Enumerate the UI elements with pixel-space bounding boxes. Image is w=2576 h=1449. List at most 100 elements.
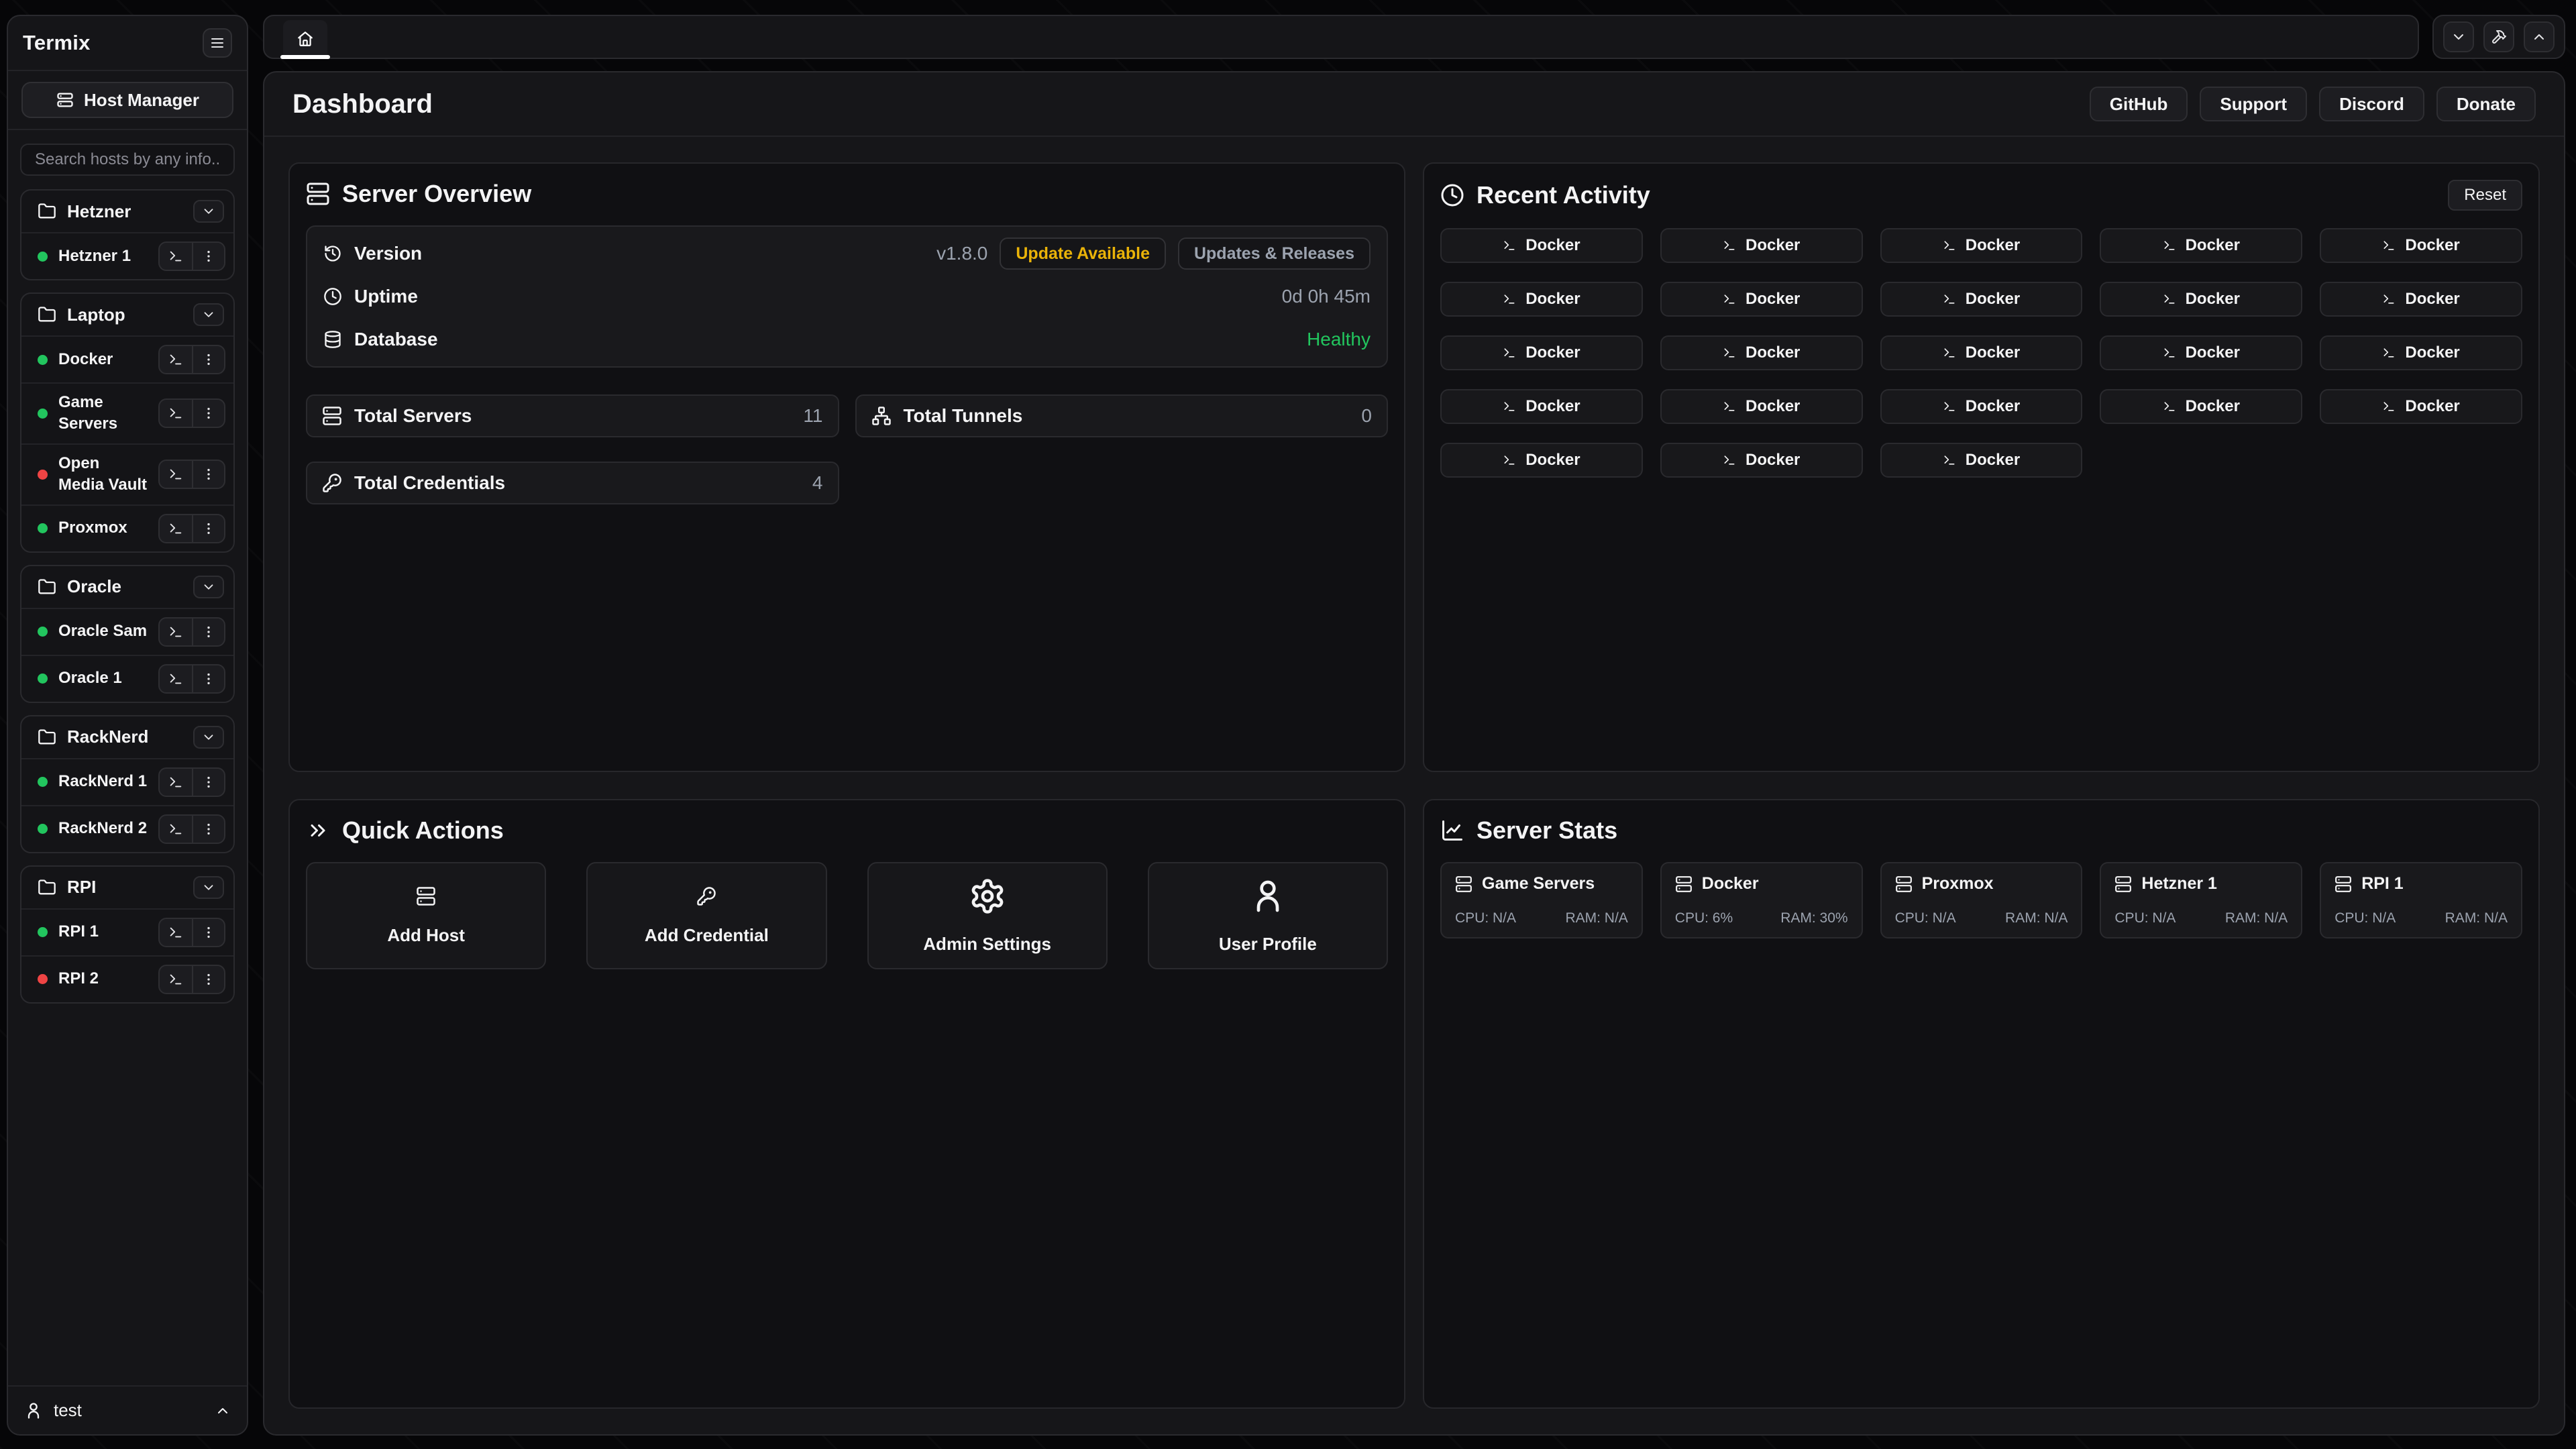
terminal-button[interactable] [160, 966, 192, 993]
host-row[interactable]: Proxmox [21, 504, 233, 551]
host-row[interactable]: Open Media Vault [21, 443, 233, 504]
activity-item-button[interactable]: Docker [2100, 389, 2302, 424]
host-menu-button[interactable] [192, 400, 224, 427]
terminal-icon [2382, 239, 2396, 252]
activity-label: Docker [1966, 236, 2020, 255]
activity-item-button[interactable]: Docker [1880, 335, 2083, 370]
header-link-button[interactable]: GitHub [2090, 87, 2188, 121]
activity-item-button[interactable]: Docker [2100, 282, 2302, 317]
activity-label: Docker [1525, 343, 1580, 362]
activity-item-button[interactable]: Docker [2320, 335, 2522, 370]
quick-action-card[interactable]: Admin Settings [867, 862, 1108, 969]
host-row[interactable]: RackNerd 1 [21, 758, 233, 805]
activity-item-button[interactable]: Docker [1440, 443, 1643, 478]
quick-action-card[interactable]: User Profile [1148, 862, 1388, 969]
activity-item-button[interactable]: Docker [1440, 335, 1643, 370]
terminal-button[interactable] [160, 665, 192, 692]
host-menu-button[interactable] [192, 515, 224, 542]
activity-item-button[interactable]: Docker [1660, 335, 1863, 370]
quick-action-card[interactable]: Add Host [306, 862, 546, 969]
terminal-icon [168, 352, 183, 367]
header-link-button[interactable]: Discord [2319, 87, 2424, 121]
header-link-button[interactable]: Support [2200, 87, 2307, 121]
group-collapse-button[interactable] [193, 576, 224, 598]
terminal-button[interactable] [160, 619, 192, 645]
kebab-icon [201, 521, 216, 536]
terminal-button[interactable] [160, 769, 192, 796]
host-manager-button[interactable]: Host Manager [21, 82, 233, 118]
search-input[interactable] [20, 144, 235, 176]
updates-releases-button[interactable]: Updates & Releases [1178, 237, 1371, 270]
activity-label: Docker [1525, 236, 1580, 255]
header-link-button[interactable]: Donate [2436, 87, 2536, 121]
tools-button[interactable] [2483, 21, 2514, 52]
group-collapse-button[interactable] [193, 726, 224, 749]
terminal-button[interactable] [160, 461, 192, 488]
host-menu-button[interactable] [192, 769, 224, 796]
expand-tabs-button[interactable] [2524, 21, 2555, 52]
activity-label: Docker [1525, 290, 1580, 309]
collapse-tabs-button[interactable] [2443, 21, 2474, 52]
key-icon [696, 886, 716, 906]
update-available-button[interactable]: Update Available [1000, 237, 1166, 270]
tab-home[interactable] [283, 20, 327, 58]
host-menu-button[interactable] [192, 816, 224, 843]
group-collapse-button[interactable] [193, 200, 224, 223]
terminal-button[interactable] [160, 515, 192, 542]
history-icon [323, 244, 342, 263]
activity-item-button[interactable]: Docker [2100, 228, 2302, 263]
group-collapse-button[interactable] [193, 303, 224, 326]
activity-item-button[interactable]: Docker [2320, 389, 2522, 424]
terminal-button[interactable] [160, 816, 192, 843]
terminal-icon [1943, 292, 1956, 306]
database-icon [323, 330, 342, 349]
host-menu-button[interactable] [192, 966, 224, 993]
activity-item-button[interactable]: Docker [1660, 443, 1863, 478]
host-actions [158, 514, 225, 543]
host-row[interactable]: RPI 2 [21, 955, 233, 1002]
host-row[interactable]: Oracle 1 [21, 655, 233, 702]
host-row[interactable]: Docker [21, 335, 233, 382]
activity-item-button[interactable]: Docker [1660, 228, 1863, 263]
terminal-button[interactable] [160, 919, 192, 946]
host-row[interactable]: Game Servers [21, 382, 233, 443]
terminal-button[interactable] [160, 400, 192, 427]
activity-item-button[interactable]: Docker [2320, 228, 2522, 263]
user-menu[interactable]: test [8, 1385, 247, 1434]
host-label: Game Servers [58, 392, 148, 435]
activity-item-button[interactable]: Docker [1440, 228, 1643, 263]
host-menu-button[interactable] [192, 665, 224, 692]
server-icon [416, 886, 436, 906]
activity-item-button[interactable]: Docker [1440, 389, 1643, 424]
activity-item-button[interactable]: Docker [1880, 282, 2083, 317]
terminal-button[interactable] [160, 243, 192, 270]
sidebar-menu-button[interactable] [203, 28, 232, 58]
activity-label: Docker [1746, 343, 1800, 362]
host-row[interactable]: RackNerd 2 [21, 805, 233, 852]
activity-item-button[interactable]: Docker [2320, 282, 2522, 317]
group-collapse-button[interactable] [193, 876, 224, 899]
host-row[interactable]: RPI 1 [21, 908, 233, 955]
terminal-icon [1723, 292, 1736, 306]
activity-item-button[interactable]: Docker [1880, 443, 2083, 478]
activity-item-button[interactable]: Docker [1660, 389, 1863, 424]
host-menu-button[interactable] [192, 919, 224, 946]
activity-item-button[interactable]: Docker [1880, 389, 2083, 424]
activity-item-button[interactable]: Docker [2100, 335, 2302, 370]
quick-action-card[interactable]: Add Credential [586, 862, 826, 969]
host-row[interactable]: Hetzner 1 [21, 232, 233, 279]
activity-item-button[interactable]: Docker [1440, 282, 1643, 317]
server-stats-panel: Server Stats Game Servers CPU: N/A RAM: … [1423, 799, 2540, 1409]
terminal-button[interactable] [160, 346, 192, 373]
reset-button[interactable]: Reset [2448, 180, 2522, 211]
host-row[interactable]: Oracle Sam [21, 608, 233, 655]
activity-item-button[interactable]: Docker [1880, 228, 2083, 263]
cpu-value: CPU: 6% [1675, 910, 1733, 926]
host-menu-button[interactable] [192, 619, 224, 645]
host-menu-button[interactable] [192, 243, 224, 270]
host-menu-button[interactable] [192, 346, 224, 373]
activity-item-button[interactable]: Docker [1660, 282, 1863, 317]
version-row: Version v1.8.0 Update Available Updates … [323, 232, 1371, 275]
stat-value: 0 [1361, 405, 1372, 427]
host-menu-button[interactable] [192, 461, 224, 488]
